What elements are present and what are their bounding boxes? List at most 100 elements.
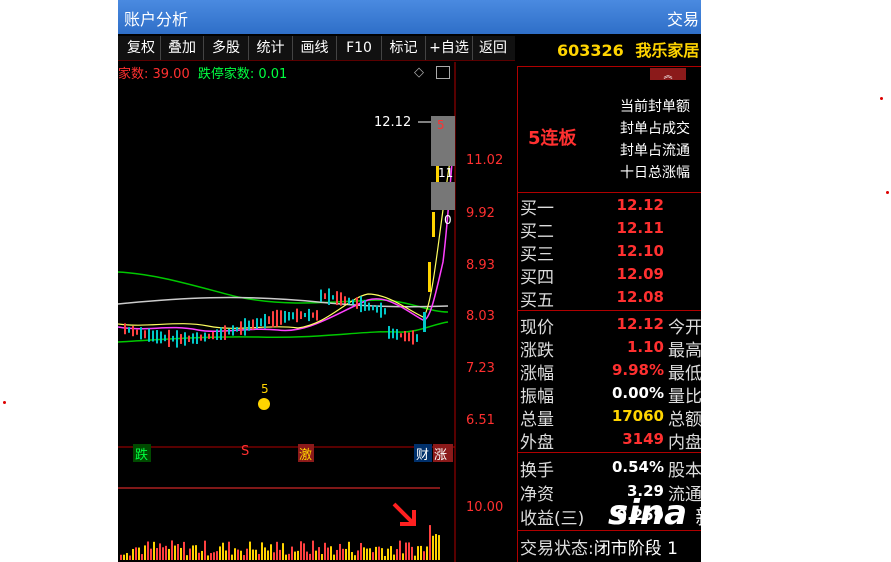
volume-bar [345,548,347,560]
volume-bar [336,549,338,560]
volume-bar [384,555,386,560]
order-book-row[interactable]: 买二 12.11 [518,217,701,242]
event-tag[interactable]: S [241,444,249,459]
candle [204,332,206,342]
volume-bar [171,540,173,560]
order-book-row[interactable]: 买四 12.09 [518,263,701,288]
volume-bar [264,547,266,560]
add-watchlist-button[interactable]: +自选 [426,36,473,60]
candle [208,333,210,339]
quote-right-label: 今开 [668,318,701,338]
price-axis-label: 11.02 [466,153,504,168]
board-mark: 11 [438,166,454,180]
f10-button[interactable]: F10 [337,36,382,60]
volume-bar [324,542,326,560]
watermark-text: 新浪财经社区 [695,505,828,529]
price-axis-label: 9.92 [466,206,495,221]
collapse-icon[interactable]: ︽ [650,68,686,81]
volume-bar [132,548,134,560]
event-tag[interactable]: 跌 [135,444,148,463]
quote-label: 现价 [520,318,554,338]
back-button[interactable]: 返回 [473,36,513,60]
candle [432,212,435,237]
quote-row: 涨跌 1.10 最高 [518,336,701,361]
multi-stock-button[interactable]: 多股 [204,36,249,60]
quote-right-label: 量比 [668,387,701,407]
candle [200,334,202,341]
mark-button[interactable]: 标记 [382,36,426,60]
candle [296,308,298,323]
candle [236,326,238,332]
order-label: 买一 [520,199,554,219]
volume-bar [315,550,317,560]
volume-bar [294,551,296,560]
volume-bar [207,555,209,560]
quote-value: 9.98% [611,361,664,379]
volume-bar [261,542,263,560]
volume-bar [150,548,152,560]
quote-row: 外盘 3149 内盘 [518,428,701,453]
candle [312,312,314,318]
volume-bar [408,542,410,560]
volume-bar [366,548,368,560]
candle [324,293,326,300]
quote-panel: ︽ 5连板 当前封单额 封单占成交 封单占流通 十日总涨幅 买一 12.12 买二 1… [517,66,701,562]
candle [244,318,246,336]
volume-bar [276,541,278,560]
volume-bar [273,552,275,560]
event-tag[interactable]: 财 [416,444,429,463]
volume-axis-label: 10.00 [466,500,504,515]
board-title: 5连板 [528,128,577,149]
info-line: 封单占流通 [620,143,690,159]
overlay-button[interactable]: 叠加 [161,36,204,60]
volume-bar [246,548,248,560]
trade-title[interactable]: 交易 [667,6,699,30]
draw-line-button[interactable]: 画线 [293,36,337,60]
quote-label: 总量 [520,410,554,430]
volume-bar [126,553,128,560]
candle [272,311,274,328]
candle [352,299,354,305]
volume-bar [213,552,215,560]
price-axis-label: 8.93 [466,258,495,273]
volume-bar [360,542,362,560]
candle [332,295,334,300]
candle [172,335,174,342]
candle [428,262,431,292]
volume-bar [237,549,239,560]
volume-bar [222,542,224,560]
stock-header: 603326 我乐家居 [517,36,701,66]
event-tag[interactable]: 激 [299,444,312,463]
candle [264,313,266,329]
stock-code: 603326 [557,41,624,60]
volume-bar [306,551,308,560]
order-price: 12.11 [616,219,664,237]
red-arrow-annotation [392,502,416,526]
quote-value: 3149 [622,430,664,448]
volume-bar [147,541,149,560]
sina-logo: sina [608,493,688,533]
volume-bar [141,554,143,560]
kline-chart[interactable] [118,62,515,562]
ma-line-magenta [118,151,454,332]
volume-bar [174,545,176,560]
volume-bar [339,543,341,560]
restore-rights-button[interactable]: 复权 [122,36,161,60]
order-book-row[interactable]: 买三 12.10 [518,240,701,265]
order-book-row[interactable]: 买五 12.08 [518,286,701,311]
candle [320,289,322,302]
order-price: 12.09 [616,265,664,283]
event-tag[interactable]: 涨 [434,444,447,463]
candle [360,296,362,313]
candle [348,297,350,305]
statistics-button[interactable]: 统计 [249,36,293,60]
info-line: 当前封单额 [620,99,690,115]
order-label: 买三 [520,245,554,265]
trading-app-window: 账户分析 交易 复权 叠加 多股 统计 画线 F10 标记 +自选 返回 603… [118,0,701,562]
volume-bar [297,550,299,560]
volume-bar [198,552,200,560]
title-bar: 账户分析 交易 [118,0,701,34]
trade-status: 交易状态:闭市阶段 1 [520,534,678,559]
order-book-row[interactable]: 买一 12.12 [518,194,701,219]
candle [340,292,342,306]
